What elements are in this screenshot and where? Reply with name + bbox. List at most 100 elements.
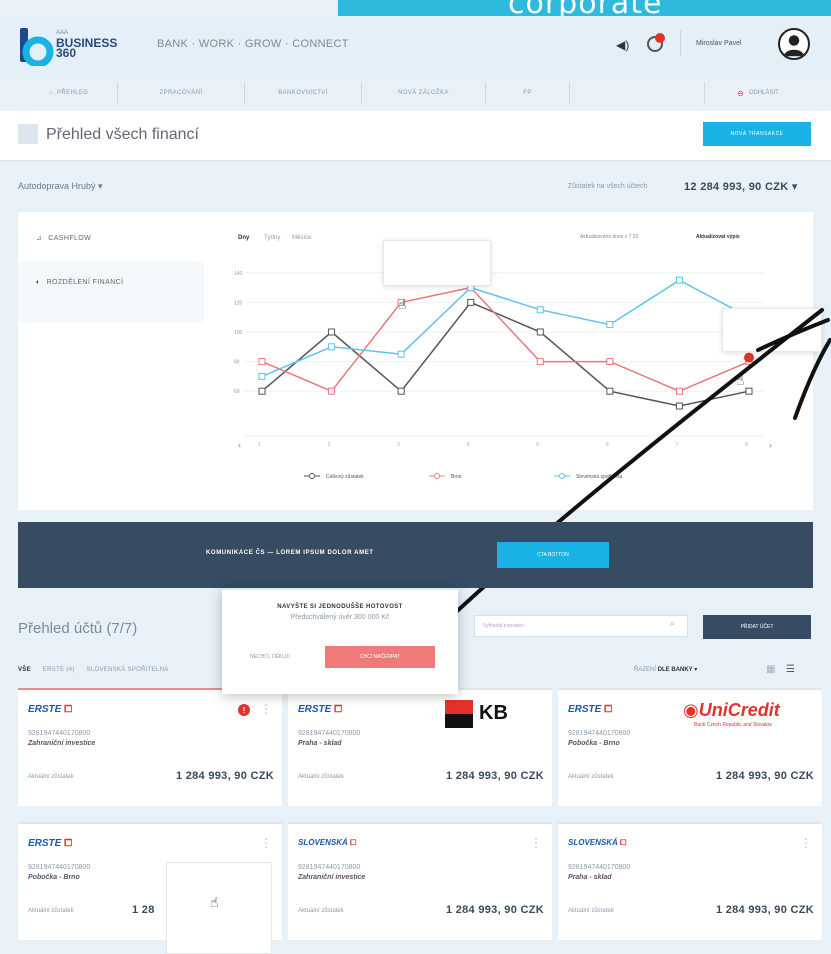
avatar-icon[interactable]	[778, 28, 810, 60]
accounts-title: Přehled účtů (7/7)	[18, 620, 138, 637]
refresh-link[interactable]: Aktualizovat výpis	[696, 234, 740, 240]
logout-button[interactable]: ⊖ ODHLÁSIT	[704, 82, 811, 104]
logout-icon: ⊖	[737, 88, 744, 98]
side-item-distribution[interactable]: ◐ ROZDĚLENÍ FINANCÍ	[36, 279, 123, 286]
erste-logo-icon: ⧠	[604, 704, 613, 715]
more-icon[interactable]: ⋮	[260, 836, 272, 850]
balance-value: 1 284 993, 90 CZK	[715, 770, 814, 782]
account-name: Praha - sklad	[568, 874, 612, 881]
kb-logo: KB	[441, 696, 529, 732]
filter-erste[interactable]: ERSTE (4)	[43, 667, 75, 673]
header-divider	[680, 30, 681, 56]
more-icon[interactable]: ⋮	[530, 836, 542, 850]
add-account-button[interactable]: PŘIDAT ÚČET	[703, 615, 811, 639]
data-point	[675, 276, 683, 284]
new-transaction-button[interactable]: NOVÁ TRANSAKCE	[703, 122, 811, 146]
account-number: 9281947440170800	[28, 864, 91, 871]
unicredit-logo: ◉UniCredit	[683, 700, 780, 721]
home-icon: ⌂	[48, 90, 53, 96]
bank-filters: VŠE ERSTE (4) SLOVENSKÁ SPOŘITELNA	[18, 667, 169, 673]
bank-label: ERSTE	[568, 704, 602, 715]
main-nav: ⌂ PŘEHLED ZPRACOVÁNÍ BANKOVNICTVÍ NOVÁ ZÁ…	[20, 82, 811, 104]
promo-text: KOMUNIKACE ČS — LOREM IPSUM DOLOR AMET	[206, 550, 374, 556]
bank-label: SLOVENSKÁ	[568, 838, 618, 847]
company-selector[interactable]: Autodoprava Hrubý ▾	[18, 181, 103, 192]
kb-logo-text: KB	[479, 702, 508, 724]
bank-label: ERSTE	[28, 704, 62, 715]
popup-accept-button[interactable]: CHCI NAČERPAT	[325, 646, 435, 668]
sort-control[interactable]: ŘAZENÍ DLE BANKY ▾	[634, 666, 697, 673]
balance-value[interactable]: 12 284 993, 90 CZK ▾	[684, 180, 798, 193]
popup-subtext: Předschválený úvěr 300 000 Kč	[290, 614, 390, 621]
tab-months[interactable]: Měsíce	[292, 235, 311, 241]
tab-label: ZPRACOVÁNÍ	[159, 90, 203, 96]
filter-slsp[interactable]: SLOVENSKÁ SPOŘITELNA	[87, 667, 169, 673]
y-tick-label: 140	[234, 271, 243, 277]
bank-name: ERSTE ⧠	[28, 838, 72, 849]
account-name: Zahraniční investice	[28, 740, 96, 747]
tab-label: PŘEHLED	[56, 90, 89, 96]
search-icon[interactable]: ⌕	[670, 618, 675, 629]
account-name: Pobočka - Brno	[568, 740, 620, 747]
legend-label: Celkový zůstatek	[326, 473, 364, 480]
y-tick-label: 100	[234, 330, 243, 336]
data-point	[258, 372, 266, 380]
balance-value: 1 28	[132, 904, 155, 916]
filter-all[interactable]: VŠE	[18, 667, 31, 673]
list-view-icon[interactable]: ☰	[786, 664, 795, 675]
data-point	[328, 343, 336, 351]
bank-label: ERSTE	[298, 704, 332, 715]
side-item-label: CASHFLOW	[48, 235, 92, 242]
tab-overview[interactable]: ⌂ PŘEHLED	[20, 82, 118, 104]
bank-name: ERSTE ⧠	[298, 704, 342, 715]
slsp-logo-icon: ⧠	[350, 838, 357, 847]
chart-tooltip	[383, 240, 491, 286]
account-card[interactable]: SLOVENSKÁ ⧠ ⋮ 9281947440170800 Zahraničn…	[288, 822, 552, 940]
tab-banking[interactable]: BANKOVNICTVÍ	[245, 82, 362, 104]
balance-label: Aktuální zůstatek	[298, 908, 344, 914]
erste-logo-icon: ⧠	[334, 704, 343, 715]
balance-label: Zůstatek na všech účtech	[568, 183, 648, 190]
balance-label: Aktuální zůstatek	[568, 774, 614, 780]
balance-value: 1 284 993, 90 CZK	[445, 770, 544, 782]
account-name: Praha - sklad	[298, 740, 342, 747]
account-card[interactable]: SLOVENSKÁ ⧠ ⋮ 9281947440170800 Praha - s…	[558, 822, 822, 940]
unicredit-icon: ◉	[683, 700, 699, 720]
tab-label: NOVÁ ZÁLOŽKA	[398, 90, 449, 96]
grid-view-icon[interactable]: ▦	[766, 664, 775, 675]
balance-value: 1 284 993, 90 CZK	[445, 904, 544, 916]
logo-text: AAA BUSINESS 360	[56, 28, 117, 59]
promo-cta-button[interactable]: CTA BOTTON	[497, 542, 609, 568]
tab-weeks[interactable]: Týdny	[264, 235, 280, 241]
tab-fp[interactable]: FP	[486, 82, 570, 104]
speaker-icon[interactable]: ◀)	[616, 38, 629, 52]
search-input[interactable]: Vyhledat transakci	[474, 615, 688, 637]
x-tick-label: 2	[328, 442, 331, 448]
sort-label: ŘAZENÍ	[634, 667, 657, 673]
kb-logo-mark	[445, 700, 473, 728]
balance-label: Aktuální zůstatek	[568, 908, 614, 914]
balance-label: Aktuální zůstatek	[28, 774, 74, 780]
balance-value: 1 284 993, 90 CZK	[175, 770, 274, 782]
unicredit-text: UniCredit	[698, 700, 780, 720]
alert-icon[interactable]: !	[238, 704, 250, 716]
y-tick-label: 80	[234, 360, 240, 366]
tab-processing[interactable]: ZPRACOVÁNÍ	[118, 82, 245, 104]
tab-new[interactable]: NOVÁ ZÁLOŽKA	[362, 82, 486, 104]
logo-icon[interactable]	[18, 26, 54, 66]
more-icon[interactable]: ⋮	[260, 702, 272, 716]
popup-dismiss-button[interactable]: NECHCI, DĚKUJI	[250, 654, 290, 660]
account-name: Zahraniční investice	[298, 874, 366, 881]
chart-prev-icon: ‹	[238, 440, 241, 450]
user-name[interactable]: Miroslav Pavel	[696, 40, 742, 47]
notification-icon[interactable]	[644, 32, 666, 54]
data-point	[258, 358, 266, 366]
more-icon[interactable]: ⋮	[800, 836, 812, 850]
data-point	[258, 387, 266, 395]
chart-icon: ⊿	[36, 235, 43, 242]
side-item-cashflow[interactable]: ⊿ CASHFLOW	[36, 234, 91, 242]
tab-days[interactable]: Dny	[238, 235, 249, 241]
slsp-logo-icon: ⧠	[620, 838, 627, 847]
bank-name: SLOVENSKÁ ⧠	[568, 838, 626, 848]
account-card[interactable]: ERSTE ⧠ ! ⋮ 9281947440170800 Zahraniční …	[18, 688, 282, 806]
